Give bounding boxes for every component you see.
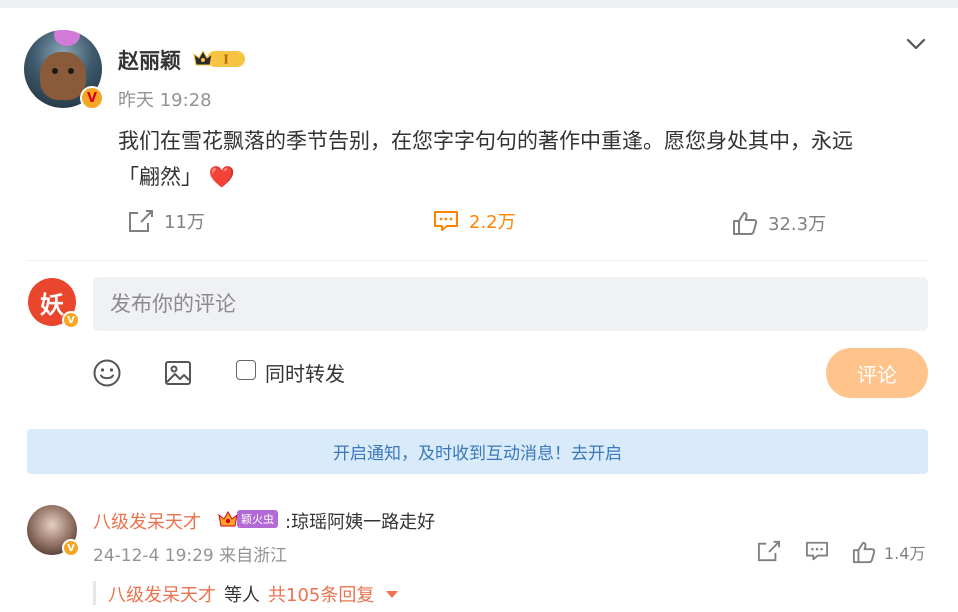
chevron-down-icon[interactable] <box>904 34 928 54</box>
reply-count[interactable]: 共105条回复 <box>268 581 374 607</box>
member-crown-icon[interactable]: I <box>193 48 247 70</box>
avatar-face <box>40 52 86 100</box>
author-name[interactable]: 赵丽颖 <box>118 45 181 75</box>
verified-badge-icon: V <box>62 311 80 329</box>
share-icon[interactable] <box>757 540 781 562</box>
like-count: 32.3万 <box>768 214 827 235</box>
post-text: 我们在雪花飘落的季节告别，在您字字句句的著作中重逢。愿您身处其中，永远 「翩然」… <box>118 123 918 195</box>
commenter-name[interactable]: 八级发呆天才 <box>93 508 201 534</box>
verified-badge-icon: V <box>80 86 104 110</box>
heart-emoji: ❤️ <box>208 165 235 189</box>
comment-text: :琼瑶阿姨一路走好 <box>285 512 436 533</box>
share-button[interactable]: 11万 <box>128 208 205 234</box>
emoji-icon[interactable] <box>92 358 122 388</box>
expand-triangle-icon[interactable] <box>386 590 399 598</box>
reply-summary[interactable]: 八级发呆天才 等人 共105条回复 <box>108 581 399 607</box>
post-card: V 赵丽颖 I 昨天 19:28 我们在雪花飘落的季节告别，在您字字句句的著作中… <box>0 8 958 612</box>
submit-comment-button[interactable]: 评论 <box>826 348 928 398</box>
reply-divider <box>93 581 96 605</box>
divider <box>26 260 929 261</box>
repost-label[interactable]: 同时转发 <box>265 358 345 387</box>
thumbs-up-icon <box>852 541 876 564</box>
verified-badge-icon: V <box>62 539 80 557</box>
fan-badge[interactable]: 颖火虫 <box>217 509 278 529</box>
comment-like-count: 1.4万 <box>884 544 926 563</box>
reply-icon[interactable] <box>805 540 829 562</box>
comment-button[interactable]: 2.2万 <box>433 208 516 234</box>
comment-icon <box>434 211 458 231</box>
fan-tag: 颖火虫 <box>237 510 278 528</box>
like-button[interactable]: 32.3万 <box>732 210 826 236</box>
reply-mid-text: 等人 <box>224 585 260 606</box>
share-count: 11万 <box>164 212 205 233</box>
repost-checkbox[interactable] <box>236 360 256 380</box>
avatar-eye <box>52 68 58 74</box>
share-icon <box>129 210 153 232</box>
avatar-flower-decoration <box>54 30 80 46</box>
comment-input[interactable] <box>93 277 928 331</box>
reply-user[interactable]: 八级发呆天才 <box>108 581 216 607</box>
image-icon[interactable] <box>163 358 193 388</box>
notification-banner[interactable]: 开启通知，及时收到互动消息！去开启 <box>27 429 928 474</box>
comment-like-button[interactable]: 1.4万 <box>852 540 925 564</box>
post-text-line: 我们在雪花飘落的季节告别，在您字字句句的著作中重逢。愿您身处其中，永远 <box>118 129 853 153</box>
thumbs-up-icon <box>733 212 758 235</box>
member-level-text: I <box>223 53 229 67</box>
avatar-eye <box>68 68 74 74</box>
post-time[interactable]: 昨天 19:28 <box>118 86 212 112</box>
comment-meta: 24-12-4 19:29 来自浙江 <box>93 546 288 566</box>
fan-crown-icon <box>218 510 238 527</box>
comment-count: 2.2万 <box>469 212 516 233</box>
post-text-line: 「翩然」 <box>118 165 202 189</box>
